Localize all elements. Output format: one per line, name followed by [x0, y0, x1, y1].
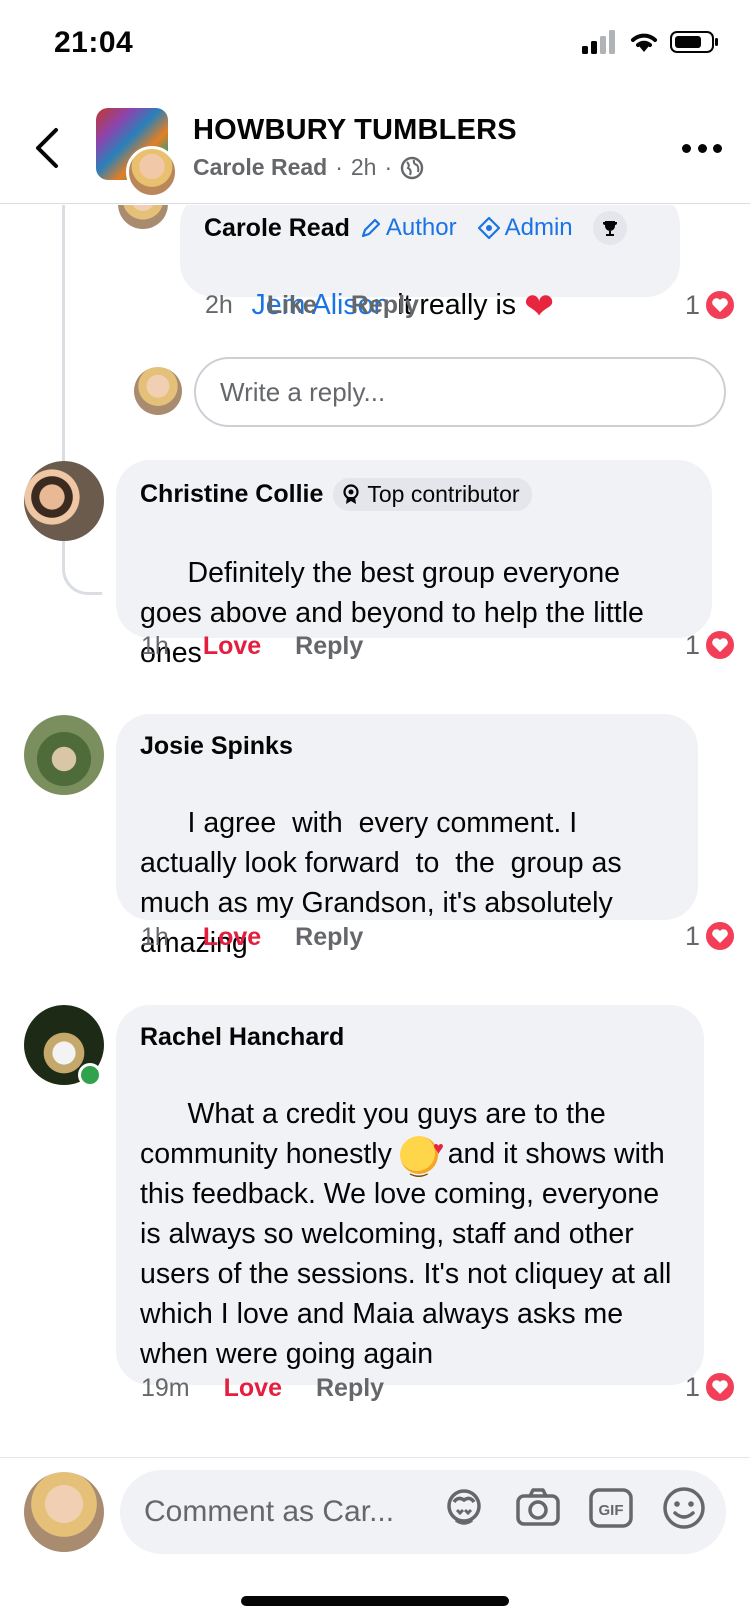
wifi-icon	[631, 33, 657, 52]
reply-button[interactable]: Reply	[316, 1374, 384, 1403]
love-reaction-icon	[704, 289, 736, 321]
comment-time: 2h	[205, 291, 233, 319]
author-badge-label: Author	[385, 214, 457, 241]
admin-badge-label: Admin	[504, 214, 573, 241]
reaction-count-value: 1	[684, 920, 700, 951]
comment-input[interactable]: Comment as Car...	[144, 1470, 394, 1554]
reply-button[interactable]: Reply	[351, 291, 419, 320]
avatar[interactable]	[24, 461, 104, 541]
commenter-name[interactable]: Josie Spinks	[140, 732, 293, 761]
comment-bubble: Christine Collie Top contributor Definit…	[116, 460, 712, 755]
name-row: Carole Read Author Admin	[204, 211, 656, 245]
composer-tools: GIF	[440, 1484, 708, 1532]
reply-input[interactable]: Write a reply...	[194, 357, 726, 427]
love-button[interactable]: Love	[203, 632, 261, 661]
reply-bubble: Carole Read Author Admin Jem Alison it r…	[180, 205, 680, 326]
comment-input-box[interactable]: Comment as Car... GIF	[120, 1470, 726, 1554]
more-options-button[interactable]	[682, 136, 722, 160]
comment-actions: 1h Love Reply	[141, 632, 397, 661]
top-contributor-badge: Top contributor	[333, 478, 532, 511]
comment-text: I agree with every comment. I actually l…	[140, 763, 674, 1003]
reaction-count[interactable]: 1	[685, 920, 736, 952]
emoji-row: xx	[140, 1414, 680, 1457]
love-reaction-icon	[704, 920, 736, 952]
signal-icon	[582, 30, 615, 54]
meta-separator: ·	[384, 154, 393, 180]
online-status-dot	[78, 1063, 102, 1087]
status-bar: 21:04	[0, 0, 750, 92]
love-reaction-icon	[704, 629, 736, 661]
post-header: HOWBURY TUMBLERS Carole Read · 2h ·	[0, 92, 750, 204]
home-indicator	[241, 1596, 509, 1606]
love-button[interactable]: Love	[203, 923, 261, 952]
battery-icon	[670, 31, 718, 53]
name-row: Christine Collie Top contributor	[140, 478, 688, 511]
avatar[interactable]	[118, 205, 168, 229]
dot-icon	[682, 143, 691, 153]
comment-time: 1h	[141, 632, 169, 660]
reply-button[interactable]: Reply	[295, 923, 363, 952]
comment-text: Definitely the best group everyone goes …	[140, 513, 688, 713]
globe-icon	[400, 156, 424, 179]
comment-bubble: Josie Spinks I agree with every comment.…	[116, 714, 698, 1084]
author-badge: Author	[360, 214, 457, 242]
pencil-icon	[361, 218, 380, 238]
reaction-count-value: 1	[684, 1371, 700, 1402]
svg-text:GIF: GIF	[599, 1502, 624, 1519]
reaction-count[interactable]: 1	[685, 1371, 736, 1403]
comment-composer: Comment as Car... GIF	[0, 1457, 750, 1624]
meta-separator: ·	[335, 154, 343, 180]
comment-actions: 2h Like Reply	[205, 291, 453, 320]
shield-star-icon	[477, 216, 500, 240]
name-row: Josie Spinks	[140, 732, 674, 761]
status-icons	[582, 30, 720, 54]
post-time: 2h	[350, 154, 377, 180]
commenter-name[interactable]: Christine Collie	[140, 480, 323, 509]
avatar[interactable]	[24, 715, 104, 795]
camera-icon[interactable]	[514, 1484, 562, 1532]
reaction-count-value: 1	[684, 629, 700, 660]
comments-feed[interactable]: Carole Read Author Admin Jem Alison it r…	[0, 205, 750, 1457]
back-arrow-icon[interactable]	[30, 126, 66, 170]
dot-icon	[713, 143, 722, 153]
comment-text: What a credit you guys are to the commun…	[140, 1054, 680, 1414]
status-time: 21:04	[54, 26, 134, 59]
love-button[interactable]: Love	[224, 1374, 282, 1403]
emoji-icon[interactable]	[660, 1484, 708, 1532]
commenter-name[interactable]: Carole Read	[204, 214, 350, 243]
dot-icon	[697, 143, 707, 153]
badge-icon	[343, 483, 359, 504]
comment-text-body-continued: and it shows with this feedback. We love…	[140, 1138, 680, 1371]
group-name[interactable]: HOWBURY TUMBLERS	[193, 114, 517, 147]
avatar-sticker-icon[interactable]	[440, 1484, 488, 1532]
reaction-count[interactable]: 1	[685, 629, 736, 661]
current-user-avatar[interactable]	[24, 1472, 104, 1552]
like-button[interactable]: Like	[267, 291, 317, 320]
post-author[interactable]: Carole Read	[193, 154, 327, 181]
love-reaction-icon	[704, 1371, 736, 1403]
name-row: Rachel Hanchard	[140, 1023, 680, 1052]
trophy-icon	[592, 211, 627, 245]
reaction-count[interactable]: 1	[685, 289, 736, 321]
comment-actions: 1h Love Reply	[141, 923, 397, 952]
author-avatar[interactable]	[126, 146, 178, 198]
admin-badge: Admin	[477, 214, 573, 242]
commenter-name[interactable]: Rachel Hanchard	[140, 1023, 344, 1052]
gif-icon[interactable]: GIF	[588, 1485, 634, 1531]
comment-actions: 19m Love Reply	[141, 1374, 418, 1403]
reply-input-placeholder: Write a reply...	[220, 376, 386, 407]
red-heart-emoji: ❤	[523, 285, 555, 327]
smiling-hearts-emoji	[399, 1128, 444, 1186]
reply-button[interactable]: Reply	[295, 632, 363, 661]
comment-bubble: Rachel Hanchard What a credit you guys a…	[116, 1005, 704, 1457]
post-meta: Carole Read · 2h ·	[193, 154, 424, 181]
reaction-count-value: 1	[684, 289, 700, 320]
avatar	[134, 367, 182, 415]
comment-time: 19m	[141, 1374, 190, 1402]
comment-input-placeholder: Comment as Car...	[144, 1495, 395, 1528]
badge-label: Top contributor	[367, 481, 520, 507]
comment-time: 1h	[141, 923, 169, 951]
